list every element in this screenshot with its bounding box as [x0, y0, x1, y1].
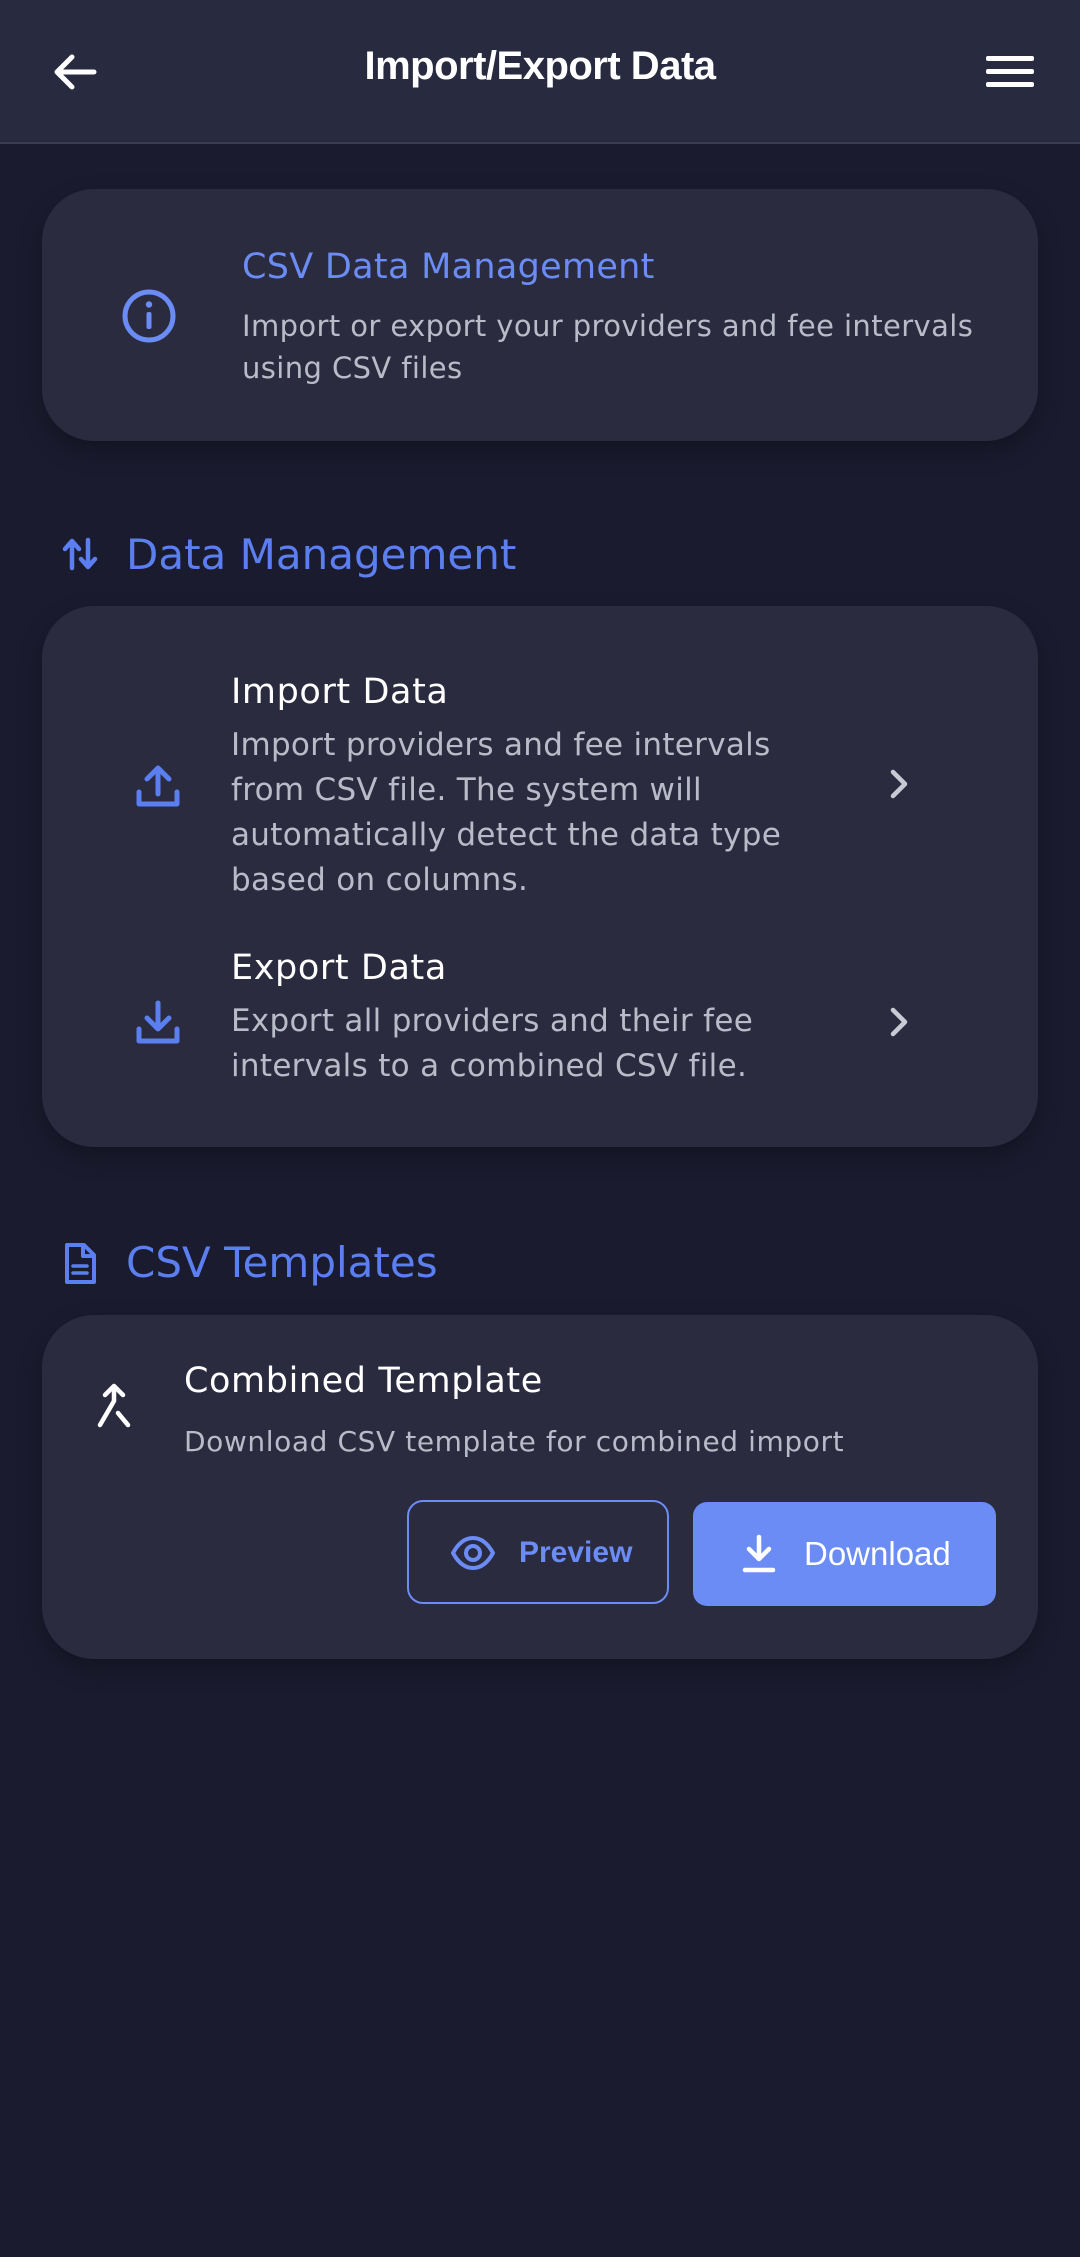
info-card-title: CSV Data Management: [242, 247, 655, 287]
download-icon: [132, 997, 184, 1049]
data-management-card: Import Data Import providers and fee int…: [42, 606, 1038, 1147]
export-data-title: Export Data: [231, 948, 447, 988]
swap-vertical-icon: [60, 534, 100, 574]
import-data-title: Import Data: [231, 672, 449, 712]
download-icon: [741, 1534, 777, 1574]
import-data-description: Import providers and fee intervals from …: [231, 727, 782, 898]
template-description: Download CSV template for combined impor…: [184, 1425, 845, 1458]
info-card-description: Import or export your providers and fee …: [242, 309, 974, 385]
document-icon: [60, 1242, 100, 1284]
info-circle-icon: [120, 287, 178, 345]
app-bar: Import/Export Data: [0, 0, 1080, 144]
eye-icon: [451, 1535, 495, 1571]
upload-icon: [132, 760, 184, 812]
download-button[interactable]: Download: [693, 1502, 996, 1606]
merge-icon: [92, 1383, 136, 1433]
download-button-label: Download: [804, 1535, 951, 1572]
hamburger-menu-icon[interactable]: [984, 50, 1038, 94]
preview-button-label: Preview: [519, 1536, 633, 1569]
data-management-title: Data Management: [126, 530, 517, 579]
page-title: Import/Export Data: [364, 44, 716, 88]
template-title: Combined Template: [184, 1361, 543, 1401]
preview-button[interactable]: Preview: [407, 1500, 669, 1604]
export-data-description: Export all providers and their fee inter…: [231, 1003, 754, 1084]
chevron-right-icon: [880, 1004, 916, 1040]
import-data-item[interactable]: Import Data Import providers and fee int…: [42, 606, 1038, 936]
chevron-right-icon: [880, 766, 916, 802]
info-card: CSV Data Management Import or export you…: [42, 189, 1038, 441]
export-data-item[interactable]: Export Data Export all providers and the…: [42, 936, 1038, 1147]
csv-templates-title: CSV Templates: [126, 1238, 438, 1287]
combined-template-card: Combined Template Download CSV template …: [42, 1315, 1038, 1659]
